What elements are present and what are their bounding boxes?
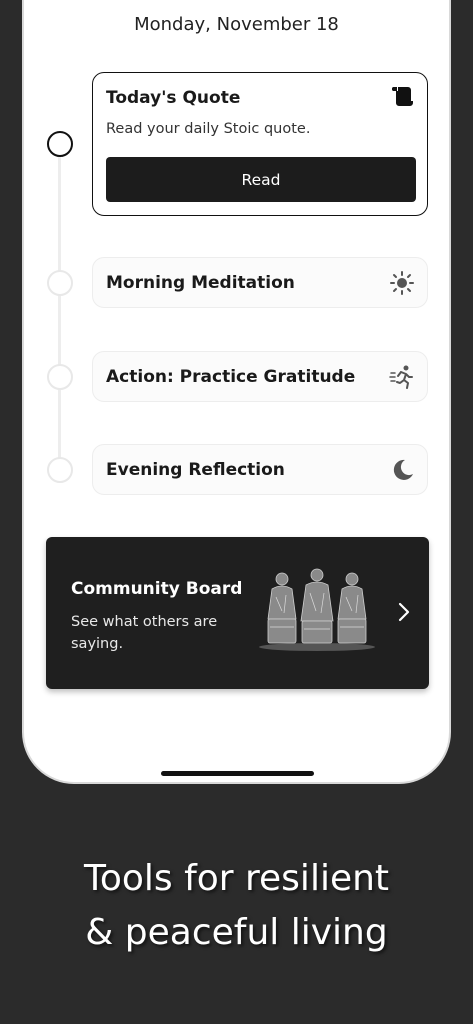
scroll-icon [392,87,413,106]
task-title: Morning Meditation [106,273,295,293]
timeline-node-reflection [47,457,73,483]
tagline-line-2: & peaceful living [85,912,388,953]
community-title: Community Board [71,579,243,599]
philosophers-illustration-icon [259,568,375,651]
timeline-node-meditation [47,270,73,296]
timeline-line [58,154,61,474]
read-button[interactable]: Read [106,157,416,202]
quote-card-title: Today's Quote [106,88,241,108]
task-card-practice-gratitude[interactable]: Action: Practice Gratitude [92,351,428,402]
task-card-morning-meditation[interactable]: Morning Meditation [92,257,428,308]
tagline-line-1: Tools for resilient [83,858,390,899]
timeline-node-quote [47,131,73,157]
todays-quote-card[interactable]: Today's Quote Read your daily Stoic quot… [92,72,428,216]
task-title: Evening Reflection [106,460,285,480]
date-label: Monday, November 18 [134,14,339,35]
moon-icon [393,459,413,480]
community-board-card[interactable]: Community Board See what others are sayi… [46,537,429,689]
sun-icon [390,271,414,295]
quote-card-subtitle: Read your daily Stoic quote. [106,121,311,137]
running-person-icon [389,365,413,389]
chevron-right-icon[interactable] [397,601,411,623]
task-title: Action: Practice Gratitude [106,367,356,387]
community-subtitle: See what others are saying. [71,614,218,652]
phone-screen: Monday, November 18 Today's Quote Read y… [22,0,451,784]
timeline-node-gratitude [47,364,73,390]
home-indicator[interactable] [161,771,314,776]
task-card-evening-reflection[interactable]: Evening Reflection [92,444,428,495]
marketing-tagline: Tools for resilient & peaceful living [0,852,473,960]
